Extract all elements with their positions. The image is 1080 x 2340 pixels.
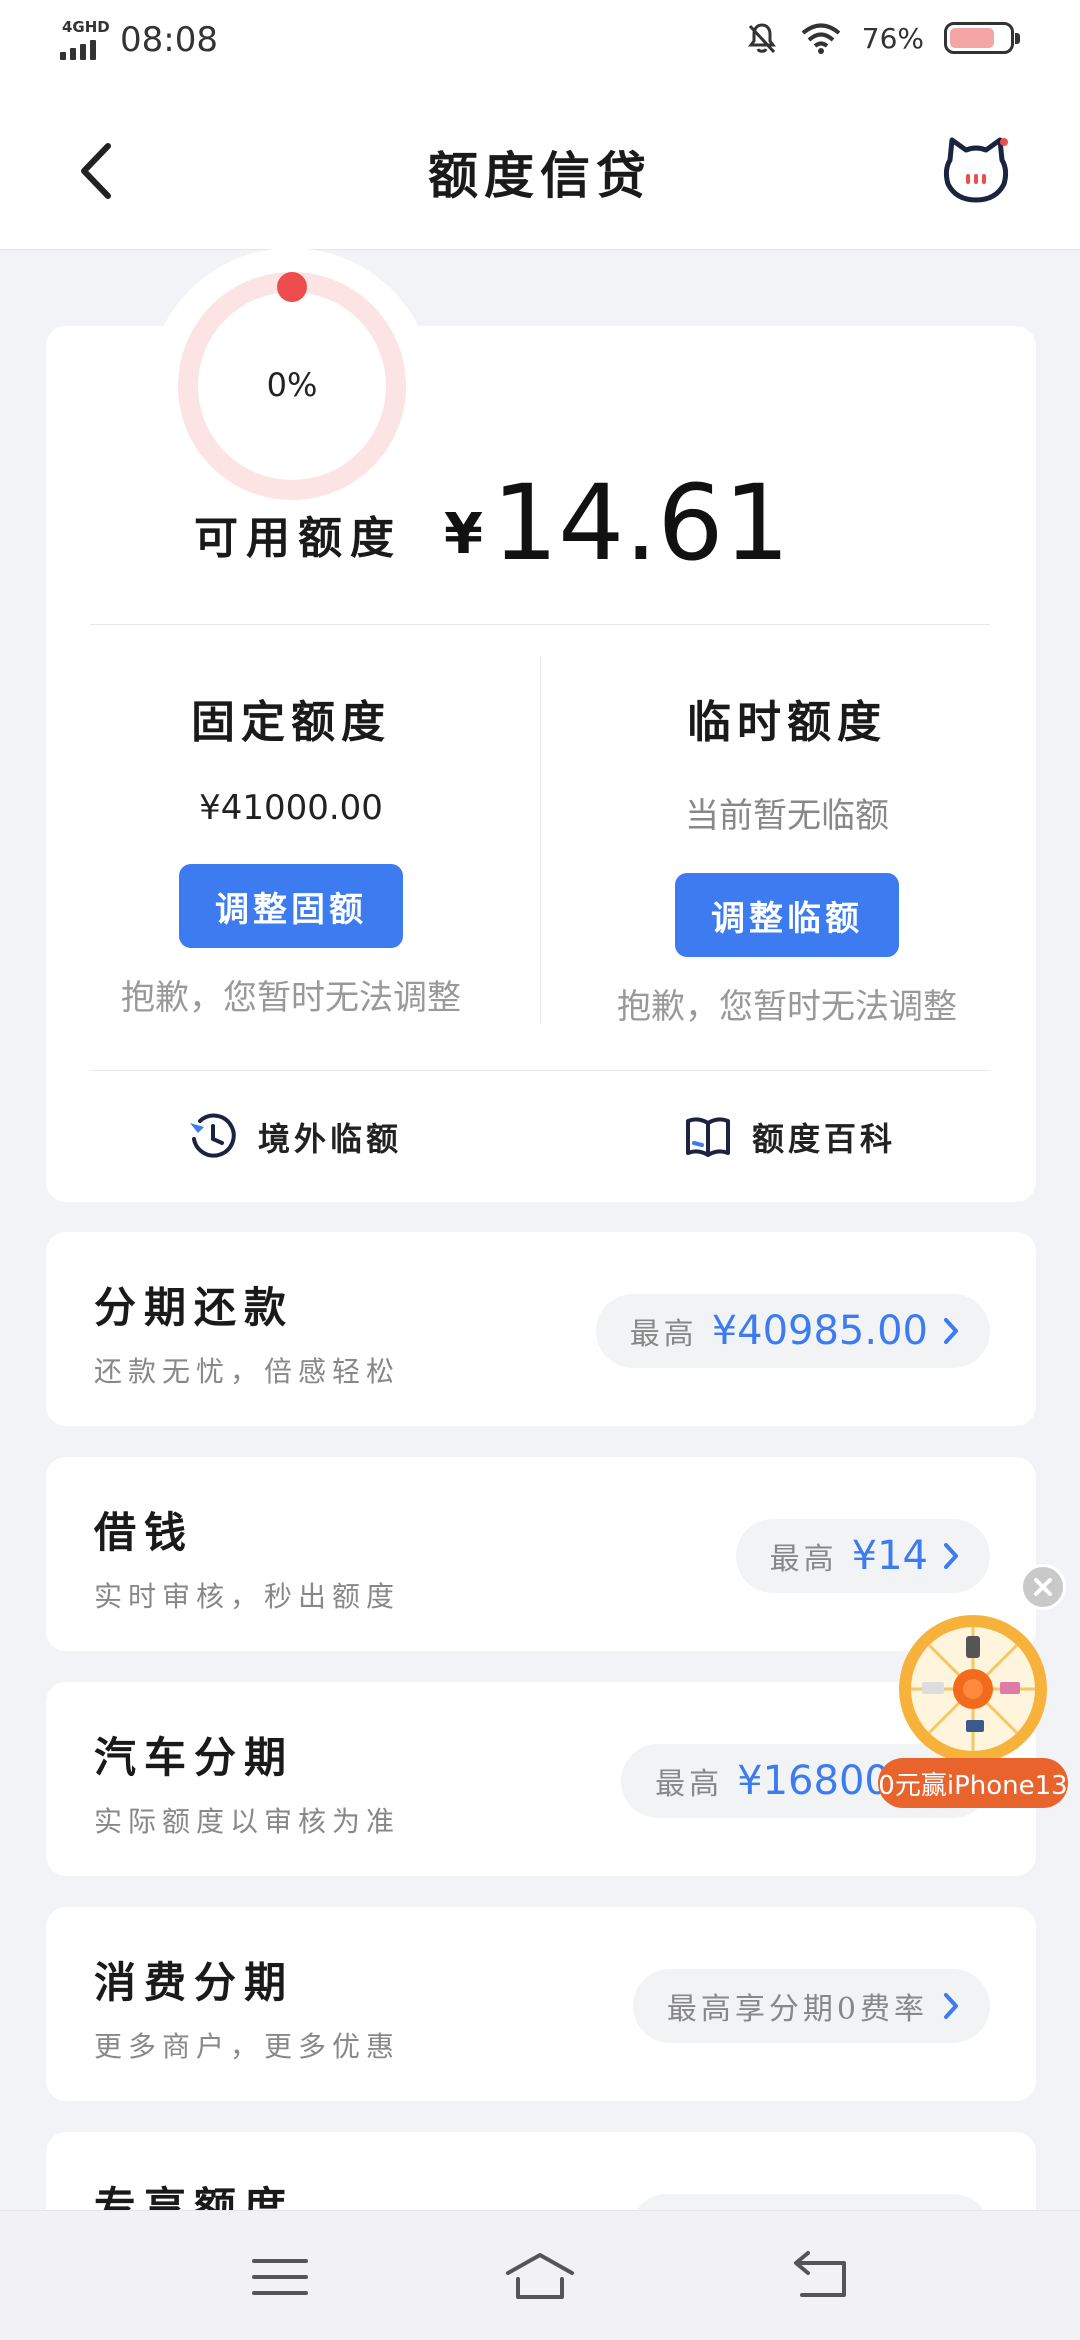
product-subtitle: 实时审核，秒出额度 — [94, 1580, 401, 1613]
product-subtitle: 更多商户，更多优惠 — [94, 2030, 401, 2063]
product-subtitle: 实际额度以审核为准 — [94, 1805, 401, 1838]
consumer-installment-card[interactable]: 消费分期 更多商户，更多优惠 最高享分期0费率 — [46, 1907, 1036, 2101]
product-subtitle: 还款无忧，倍感轻松 — [94, 1355, 401, 1388]
product-title: 借钱 — [94, 1508, 195, 1557]
credit-wiki-link[interactable]: 额度百科 — [684, 1094, 896, 1180]
available-credit-amount: 14.61 — [492, 462, 790, 584]
pill-label: 最高 — [629, 1317, 698, 1352]
overseas-credit-label: 境外临额 — [258, 1120, 403, 1158]
max-amount-pill[interactable]: 最高 ¥14 — [735, 1519, 990, 1593]
fixed-credit-column: 固定额度 ¥41000.00 调整固额 抱歉，您暂时无法调整 — [66, 656, 516, 1019]
borrow-money-card[interactable]: 借钱 实时审核，秒出额度 最高 ¥14 — [46, 1457, 1036, 1651]
wifi-icon — [801, 23, 841, 54]
fixed-credit-title: 固定额度 — [191, 697, 391, 748]
fixed-credit-value: ¥41000.00 — [199, 788, 383, 828]
temporary-credit-column: 临时额度 当前暂无临额 调整临额 抱歉，您暂时无法调整 — [562, 656, 1012, 1028]
adjust-fixed-button[interactable]: 调整固额 — [179, 864, 403, 948]
overseas-credit-link[interactable]: 境外临额 — [186, 1094, 402, 1180]
temporary-credit-value: 当前暂无临额 — [685, 796, 889, 836]
temporary-credit-note: 抱歉，您暂时无法调整 — [617, 987, 957, 1027]
signal-icon: 4GHD — [58, 18, 110, 62]
page-title: 额度信贷 — [428, 146, 652, 205]
mascot-icon[interactable] — [940, 134, 1012, 206]
usage-percent: 0% — [266, 366, 318, 404]
app-header: 额度信贷 — [0, 84, 1080, 250]
battery-icon — [944, 22, 1020, 54]
status-time: 08:08 — [120, 20, 218, 60]
promo-label[interactable]: 0元赢iPhone13 — [878, 1758, 1068, 1808]
product-title: 分期还款 — [94, 1283, 295, 1332]
chevron-right-icon — [944, 1543, 958, 1569]
divider — [90, 1070, 990, 1071]
divider — [90, 624, 990, 625]
column-divider — [540, 656, 541, 1024]
usage-ring-dot — [277, 272, 307, 302]
installment-repayment-card[interactable]: 分期还款 还款无忧，倍感轻松 最高 ¥40985.00 — [46, 1232, 1036, 1426]
max-amount-pill[interactable]: 最高 ¥40985.00 — [595, 1294, 990, 1368]
prize-wheel-icon[interactable] — [896, 1612, 1050, 1766]
chevron-right-icon — [944, 1318, 958, 1344]
back-icon[interactable] — [786, 2247, 858, 2307]
temporary-credit-title: 临时额度 — [687, 697, 887, 748]
pill-label: 最高享分期0费率 — [666, 1992, 928, 2027]
home-icon[interactable] — [504, 2247, 576, 2307]
menu-icon[interactable] — [244, 2247, 316, 2307]
close-icon — [1034, 1578, 1052, 1596]
battery-percent: 76% — [861, 21, 924, 55]
zero-fee-pill[interactable]: 最高享分期0费率 — [632, 1969, 990, 2043]
mute-bell-icon — [747, 23, 776, 54]
chevron-right-icon — [944, 1993, 958, 2019]
product-title: 汽车分期 — [94, 1733, 295, 1782]
plane-clock-icon — [190, 1113, 236, 1158]
status-bar: 4GHD 08:08 76% — [0, 0, 1080, 84]
pill-label: 最高 — [769, 1542, 838, 1577]
battery-fill — [950, 28, 995, 48]
promo-close-button[interactable] — [1020, 1564, 1066, 1610]
product-title: 消费分期 — [94, 1958, 295, 2007]
adjust-temporary-button[interactable]: 调整临额 — [675, 873, 899, 957]
fixed-credit-note: 抱歉，您暂时无法调整 — [121, 978, 461, 1018]
system-nav-bar — [0, 2210, 1080, 2340]
pill-amount: ¥14 — [851, 1533, 928, 1579]
pill-label: 最高 — [655, 1767, 724, 1802]
available-credit-currency: ¥ — [444, 502, 483, 567]
credit-wiki-label: 额度百科 — [752, 1120, 897, 1158]
book-icon — [686, 1117, 730, 1157]
pill-amount: ¥40985.00 — [711, 1308, 928, 1354]
network-type: 4GHD — [62, 18, 110, 36]
available-credit-label: 可用额度 — [194, 513, 402, 564]
